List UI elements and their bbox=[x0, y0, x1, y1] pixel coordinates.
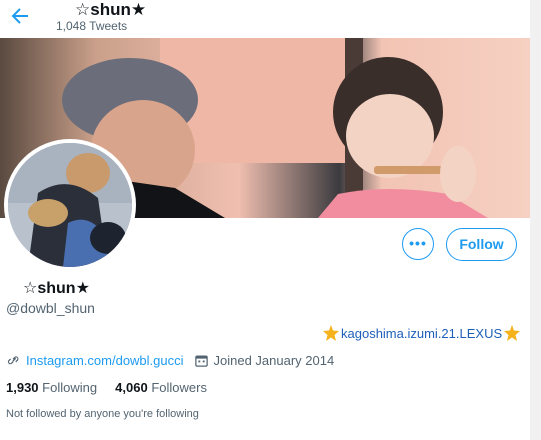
profile-header: ☆shun★ 1,048 Tweets bbox=[0, 0, 541, 38]
followed-by-text: Not followed by anyone you're following bbox=[6, 408, 199, 420]
following-count: 1,930 bbox=[6, 380, 39, 395]
follow-button[interactable]: Follow bbox=[446, 228, 517, 261]
avatar-photo bbox=[8, 143, 132, 267]
star-emoji-icon bbox=[323, 325, 339, 341]
follow-stats: 1,930 Following 4,060 Followers bbox=[6, 380, 207, 395]
followers-label: Followers bbox=[151, 380, 207, 395]
bio-text: kagoshima.izumi.21.LEXUS bbox=[341, 325, 503, 341]
avatar[interactable] bbox=[4, 139, 136, 271]
website-link[interactable]: Instagram.com/dowbl.gucci bbox=[26, 353, 184, 368]
profile-meta: Instagram.com/dowbl.gucci Joined January… bbox=[6, 353, 334, 368]
display-name: ☆shun★ bbox=[23, 280, 90, 297]
scrollbar[interactable] bbox=[530, 0, 541, 440]
user-handle: @dowbl_shun bbox=[6, 300, 95, 316]
header-name: ☆shun★ bbox=[75, 0, 147, 19]
star-emoji-icon bbox=[504, 325, 521, 341]
tweet-count: 1,048 Tweets bbox=[56, 19, 128, 33]
more-options-button[interactable]: ••• bbox=[402, 228, 434, 260]
joined-date: Joined January 2014 bbox=[213, 353, 335, 368]
arrow-left-icon bbox=[11, 8, 28, 24]
following-label: Following bbox=[42, 380, 98, 395]
banner-girl-figure bbox=[318, 57, 488, 218]
link-icon bbox=[7, 356, 19, 365]
following-link[interactable]: 1,930 Following bbox=[6, 380, 101, 395]
calendar-icon bbox=[194, 355, 208, 367]
back-button[interactable] bbox=[8, 4, 32, 28]
followers-link[interactable]: 4,060 Followers bbox=[115, 380, 207, 395]
followers-count: 4,060 bbox=[115, 380, 148, 395]
bio: kagoshima.izumi.21.LEXUS bbox=[323, 325, 521, 341]
